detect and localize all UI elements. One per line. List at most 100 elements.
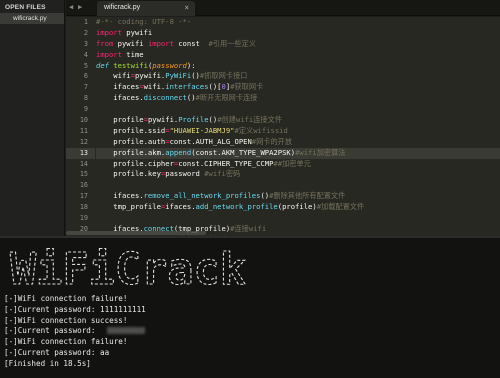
code-line[interactable]: profile.key=password #wifi密码 [96,169,500,180]
line-number: 2 [83,28,88,37]
code-token: #断开无限网卡连接 [195,93,258,103]
code-token: interfaces [165,82,209,92]
code-line[interactable]: ifaces.remove_all_network_profiles()#删除其… [96,191,500,202]
code-token: time [121,49,144,59]
line-number: 10 [79,116,88,125]
code-line[interactable]: profile.auth=const.AUTH_ALG_OPEN#网卡的开放 [96,137,500,148]
code-line[interactable]: from pywifi import const #引用一些定义 [96,39,500,50]
code-token: #-*- coding: UTF-8 -*- [96,17,192,26]
code-line[interactable]: import pywifi [96,28,500,39]
sidebar: OPEN FILES wificrack.py [0,0,65,236]
code-token: password [152,60,187,70]
output-line-text: [-]Current password: [4,326,96,336]
code-token: (profile) [277,202,317,212]
output-line-text: [-]WiFi connection failure! [4,294,128,303]
line-number: 16 [79,181,88,190]
code-token: #网卡的开放 [251,136,293,146]
code-token: profile.ssid [96,125,166,135]
code-line[interactable]: wifi=pywifi.PyWiFi()#抓取网卡接口 [96,71,500,82]
code-line[interactable]: profile.ssid="HUAWEI-JABMJ9"#定义wifissid [96,126,500,137]
ascii-banner: WiFiCrack [9,244,246,291]
line-number: 6 [83,72,88,81]
output-line-text: [Finished in 18.5s] [4,358,91,368]
code-token: from [96,38,114,48]
tab-label: wificrack.py [104,4,141,11]
line-number: 8 [83,94,88,103]
code-token: #创建wifi连接文件 [217,115,282,125]
code-token: ): [186,60,196,70]
line-number: 9 [83,105,88,114]
code-token: import [147,38,174,48]
output-line: [-]Current password: [4,326,146,337]
code-token: password [165,169,205,179]
code-token: profile.cipher [96,158,174,168]
code-editor[interactable]: 1234567891011121314151617181920212223 #-… [66,17,500,236]
code-line[interactable]: tmp_profile=ifaces.add_network_profile(p… [96,202,500,213]
code-line[interactable] [96,180,500,191]
code-token: profile.key [96,169,161,179]
line-number: 14 [79,159,88,168]
code-token: ifaces. [165,202,196,212]
code-line[interactable]: profile.cipher=const.CIPHER_TYPE_CCMP##加… [96,159,500,170]
code-line[interactable]: def testwifi(password): [96,61,500,72]
code-area[interactable]: #-*- coding: UTF-8 -*- import pywifi from … [96,17,500,236]
code-token: profile.auth [96,136,166,146]
line-number: 1 [83,18,88,26]
code-token: const [173,38,209,48]
code-line[interactable]: ifaces.disconnect()#断开无限网卡连接 [96,93,500,104]
output-line-text: [-]Current password: 1111111111 [4,304,146,314]
code-token: testwifi [113,60,148,70]
code-token: #删除其他所有配置文件 [269,191,346,201]
code-token: pywifi [113,38,148,48]
code-token: #加载配置文件 [316,202,365,212]
code-line[interactable]: ifaces=wifi.interfaces()[0]#获取网卡 [96,82,500,93]
line-number: 7 [83,83,88,92]
code-line[interactable] [96,104,500,115]
code-line[interactable]: profile.akm.append(const.AKM_TYPE_WPA2PS… [96,147,500,159]
code-token: pywifi. [147,115,179,125]
code-token: Profile [178,115,209,125]
code-token: pywifi. [134,71,166,81]
code-line[interactable]: profile=pywifi.Profile()#创建wifi连接文件 [96,115,500,126]
code-line[interactable]: import time [96,50,500,61]
tab-bar: ◀ ▶ wificrack.py × [66,0,500,16]
line-number: 13 [66,147,95,159]
code-token: PyWiFi [165,71,192,81]
close-icon[interactable]: × [184,3,189,12]
code-token: () [191,71,200,81]
code-token: wifi [96,71,131,81]
code-token: def [96,60,109,70]
code-token: () [186,93,196,103]
sidebar-title: OPEN FILES [5,4,46,11]
line-number: 5 [83,61,88,70]
output-line: [-]WiFi connection failure! [4,337,146,348]
code-token: remove_all_network_profiles [143,191,261,201]
code-token: ifaces. [96,93,144,103]
line-number: 19 [79,214,88,223]
tab-next-icon[interactable]: ▶ [78,3,82,11]
code-token: (const.AKM_TYPE_WPA2PSK) [191,147,296,157]
tab-prev-icon[interactable]: ◀ [69,3,73,11]
line-number: 18 [79,203,88,212]
output-line-text: [-]WiFi connection failure! [4,337,128,347]
banner-text: WiFiCrack [10,244,246,291]
line-number: 11 [79,126,88,135]
code-token: #wifi密码 [204,169,241,179]
output-line-text: [-]Current password: aa [4,347,110,357]
code-line[interactable]: #-*- coding: UTF-8 -*- [96,17,500,28]
code-token: #抓取网卡接口 [199,71,248,81]
code-token: #获取网卡 [230,82,264,92]
code-token: profile [96,115,144,125]
code-token: import [96,49,122,59]
code-token: pywifi [121,27,153,37]
code-token: tmp_profile [96,202,161,212]
code-token: () [208,115,218,125]
build-output-panel[interactable]: WiFiCrack [-]WiFi connection failure! [-]… [0,236,500,378]
output-line: [-]WiFi connection failure! [4,294,146,305]
code-line[interactable] [96,213,500,224]
code-token: #连接wifi [230,223,267,233]
tab-wificrack[interactable]: wificrack.py × [97,1,195,16]
sidebar-file-item[interactable]: wificrack.py [0,13,64,24]
line-number: 4 [83,50,88,59]
horizontal-scrollbar[interactable] [66,231,206,235]
